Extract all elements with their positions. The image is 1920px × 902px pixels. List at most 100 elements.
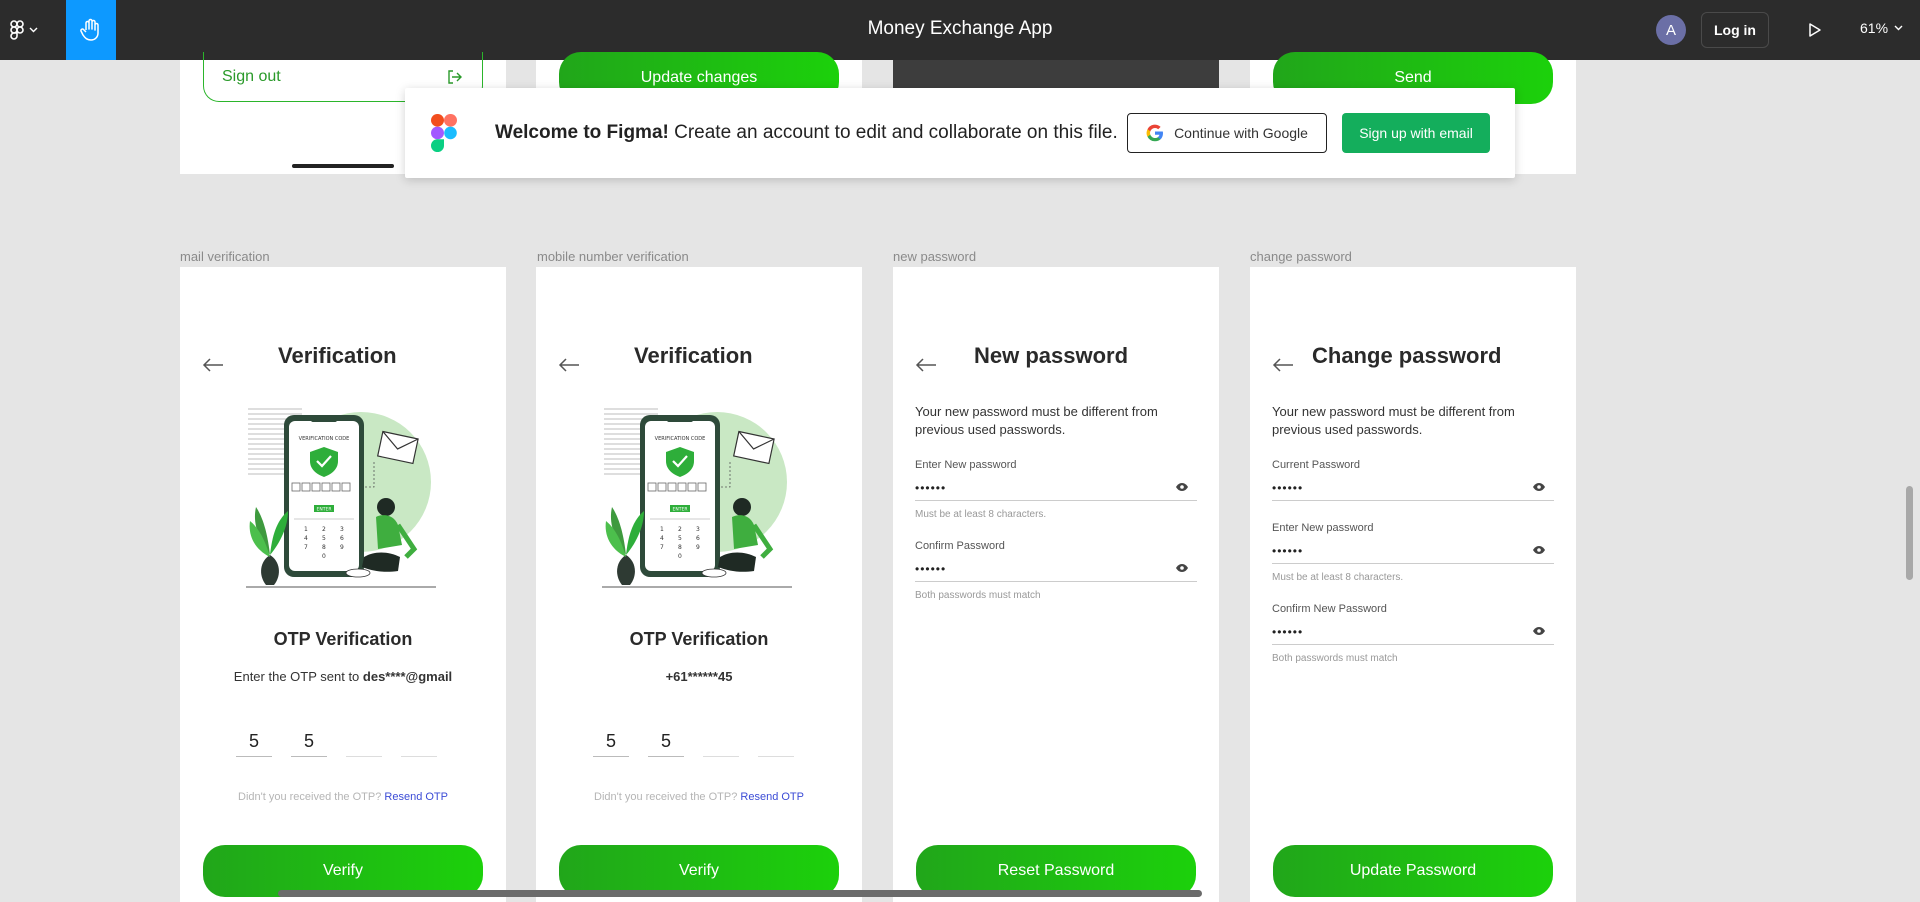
back-arrow-icon[interactable] xyxy=(1272,357,1294,373)
present-button[interactable] xyxy=(1802,18,1826,42)
otp-sent-to-text: Enter the OTP sent to des****@gmail xyxy=(180,669,506,684)
new-password-input[interactable]: •••••• xyxy=(915,477,1197,501)
svg-text:2: 2 xyxy=(678,526,682,533)
frame-mobile-verification: Verification VERIFICATION CODE ENTER 1 2 3 4 5… xyxy=(536,267,862,902)
svg-text:ENTER: ENTER xyxy=(673,507,688,513)
welcome-message: Welcome to Figma! Create an account to e… xyxy=(495,122,1118,144)
welcome-heading: Welcome to Figma! xyxy=(495,122,669,143)
figma-logo-icon xyxy=(431,114,457,152)
svg-text:VERIFICATION CODE: VERIFICATION CODE xyxy=(655,436,706,442)
horizontal-scrollbar[interactable] xyxy=(278,890,1202,897)
eye-icon[interactable] xyxy=(1175,482,1189,492)
update-password-button[interactable]: Update Password xyxy=(1273,845,1553,897)
sign-up-with-email-button[interactable]: Sign up with email xyxy=(1342,113,1490,153)
new-password-value: •••••• xyxy=(915,481,947,495)
zoom-menu[interactable]: 61% xyxy=(1860,20,1903,36)
google-icon xyxy=(1146,124,1164,142)
current-password-label: Current Password xyxy=(1272,459,1361,471)
frame-mail-verification: Verification VERIFICATION CODE ENTER 1 2 3 4 5… xyxy=(180,267,506,902)
eye-icon[interactable] xyxy=(1532,545,1546,555)
file-title: Money Exchange App xyxy=(867,18,1053,39)
play-icon xyxy=(1809,23,1821,37)
otp-digit-input-3[interactable] xyxy=(346,727,382,757)
eye-icon[interactable] xyxy=(1175,563,1189,573)
password-match-hint: Both passwords must match xyxy=(1272,653,1398,664)
otp-verification-illustration: VERIFICATION CODE ENTER 1 2 3 4 5 6 7 8 9 0 xyxy=(246,408,436,588)
resend-otp-text: Didn't you received the OTP? Resend OTP xyxy=(180,791,506,803)
hand-tool-button[interactable] xyxy=(66,0,116,60)
svg-text:6: 6 xyxy=(340,535,344,542)
svg-text:9: 9 xyxy=(696,544,700,551)
svg-text:0: 0 xyxy=(678,553,682,560)
frame-label-new-password[interactable]: new password xyxy=(893,249,976,264)
frame-change-password: Change password Your new password must b… xyxy=(1250,267,1576,902)
frame-new-password: New password Your new password must be d… xyxy=(893,267,1219,902)
resend-prompt: Didn't you received the OTP? xyxy=(238,791,385,803)
svg-text:1: 1 xyxy=(660,526,664,533)
svg-text:0: 0 xyxy=(322,553,326,560)
password-length-hint: Must be at least 8 characters. xyxy=(915,509,1047,520)
svg-text:9: 9 xyxy=(340,544,344,551)
eye-icon[interactable] xyxy=(1532,482,1546,492)
frame-label-mobile-verification[interactable]: mobile number verification xyxy=(537,249,689,264)
svg-text:4: 4 xyxy=(304,535,308,542)
new-password-label: Enter New password xyxy=(1272,522,1374,534)
svg-text:5: 5 xyxy=(678,535,682,542)
vertical-scrollbar[interactable] xyxy=(1906,486,1913,580)
main-menu-button[interactable] xyxy=(10,14,54,46)
password-description: Your new password must be different from… xyxy=(1272,404,1515,437)
password-length-hint: Must be at least 8 characters. xyxy=(1272,572,1404,583)
chevron-down-icon xyxy=(1894,25,1903,31)
confirm-password-input[interactable]: •••••• xyxy=(915,558,1197,582)
svg-text:3: 3 xyxy=(340,526,344,533)
frame-label-change-password[interactable]: change password xyxy=(1250,249,1352,264)
back-arrow-icon[interactable] xyxy=(558,357,580,373)
password-match-hint: Both passwords must match xyxy=(915,590,1041,601)
confirm-new-password-value: •••••• xyxy=(1272,625,1304,639)
resend-otp-link[interactable]: Resend OTP xyxy=(740,791,804,803)
resend-otp-link[interactable]: Resend OTP xyxy=(384,791,448,803)
otp-verification-illustration: VERIFICATION CODE ENTER 1 2 3 4 5 6 7 8 9 0 xyxy=(602,408,792,588)
otp-digit-input-4[interactable] xyxy=(758,727,794,757)
welcome-body: Create an account to edit and collaborat… xyxy=(668,122,1118,143)
otp-digit-input-1[interactable]: 5 xyxy=(236,727,272,757)
current-password-value: •••••• xyxy=(1272,481,1304,495)
back-arrow-icon[interactable] xyxy=(202,357,224,373)
figma-logo-icon xyxy=(10,20,24,40)
svg-text:7: 7 xyxy=(660,544,664,551)
confirm-new-password-input[interactable]: •••••• xyxy=(1272,621,1554,645)
home-indicator xyxy=(292,164,394,168)
continue-with-google-button[interactable]: Continue with Google xyxy=(1127,113,1327,153)
current-password-input[interactable]: •••••• xyxy=(1272,477,1554,501)
new-password-label: Enter New password xyxy=(915,459,1017,471)
otp-digit-input-4[interactable] xyxy=(401,727,437,757)
hand-icon xyxy=(80,18,99,41)
confirm-password-value: •••••• xyxy=(915,562,947,576)
otp-digit-input-1[interactable]: 5 xyxy=(593,727,629,757)
new-password-input[interactable]: •••••• xyxy=(1272,540,1554,564)
svg-text:4: 4 xyxy=(660,535,664,542)
new-password-value: •••••• xyxy=(1272,544,1304,558)
otp-sent-to-text: +61******45 xyxy=(536,669,862,684)
avatar[interactable]: A xyxy=(1656,15,1686,45)
svg-text:8: 8 xyxy=(322,544,326,551)
svg-text:1: 1 xyxy=(304,526,308,533)
otp-digit-input-3[interactable] xyxy=(703,727,739,757)
screen-title: Verification xyxy=(634,343,753,368)
otp-destination: +61******45 xyxy=(665,669,733,684)
eye-icon[interactable] xyxy=(1532,626,1546,636)
google-button-label: Continue with Google xyxy=(1174,125,1308,141)
log-in-button[interactable]: Log in xyxy=(1701,12,1769,48)
otp-heading: OTP Verification xyxy=(273,629,413,649)
dark-panel xyxy=(893,60,1219,88)
svg-text:VERIFICATION CODE: VERIFICATION CODE xyxy=(299,436,350,442)
sign-out-label: Sign out xyxy=(222,67,281,85)
otp-digit-input-2[interactable]: 5 xyxy=(648,727,684,757)
otp-digit-input-2[interactable]: 5 xyxy=(291,727,327,757)
screen-title: New password xyxy=(974,343,1129,368)
svg-text:3: 3 xyxy=(696,526,700,533)
otp-sent-prefix: Enter the OTP sent to xyxy=(233,669,363,684)
frame-label-mail-verification[interactable]: mail verification xyxy=(180,249,270,264)
back-arrow-icon[interactable] xyxy=(915,357,937,373)
otp-destination: des****@gmail xyxy=(362,669,453,684)
